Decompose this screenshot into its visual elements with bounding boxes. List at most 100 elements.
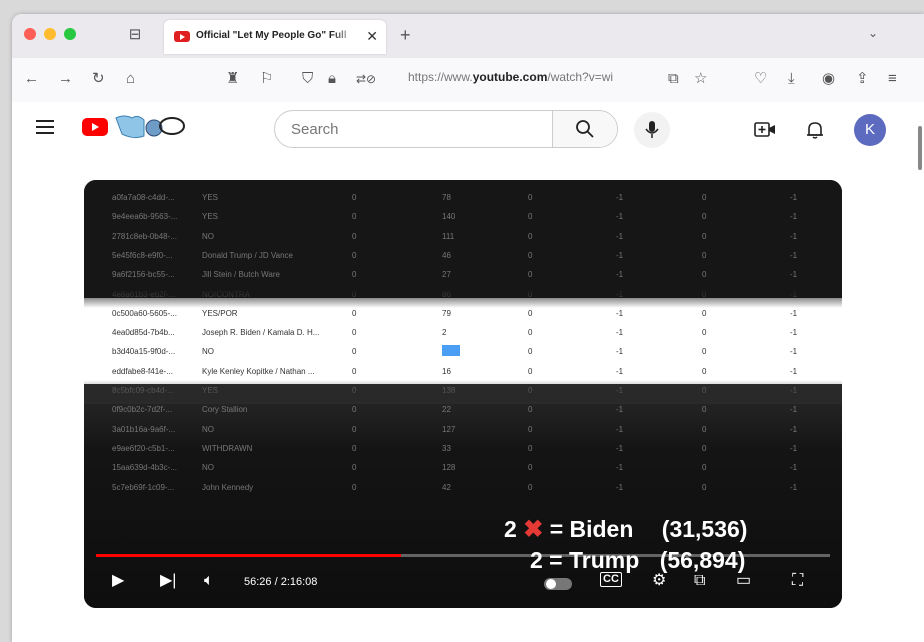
table-cell: 0 — [352, 212, 357, 222]
table-row: 5c7eb69f-1c09-... John Kennedy 0 42 0 -1 0 -1 — [84, 478, 842, 497]
table-cell: 0 — [702, 212, 707, 222]
video-progress-bar[interactable] — [96, 554, 830, 557]
table-cell — [442, 345, 460, 357]
create-video-icon[interactable] — [754, 121, 776, 139]
search-button[interactable] — [552, 111, 617, 147]
search-bar[interactable]: Search — [274, 110, 618, 148]
table-cell: 0 — [702, 347, 707, 357]
bookmark-star-icon[interactable]: ☆ — [694, 70, 707, 88]
youtube-logo-icon[interactable] — [82, 118, 108, 136]
tab-list-icon[interactable]: ⊟ — [126, 26, 144, 44]
table-cell: 0 — [702, 328, 707, 338]
settings-gear-icon[interactable]: ⚙ — [652, 572, 666, 590]
tab-bar: ⊟ Official "Let My People Go" Full ✕ + ⌄ — [12, 14, 924, 58]
lock-icon[interactable]: 🔒︎ — [328, 70, 336, 88]
table-cell: 0 — [528, 193, 533, 202]
table-cell: a0fa7a08-c4dd-... — [112, 193, 175, 202]
tab-close-icon[interactable]: ✕ — [366, 28, 378, 45]
reload-icon[interactable]: ↻ — [92, 70, 105, 88]
table-cell: 0 — [528, 270, 533, 280]
table-cell: 0 — [702, 231, 707, 241]
search-input[interactable]: Search — [291, 121, 339, 138]
table-cell: 0 — [352, 482, 357, 492]
youtube-favicon-icon — [174, 31, 190, 42]
table-row: a0fa7a08-c4dd-... YES 0 78 0 -1 0 -1 — [84, 188, 842, 207]
table-cell: 0 — [702, 308, 707, 318]
table-cell: 128 — [442, 463, 456, 473]
downloads-icon[interactable]: ⤓ — [788, 70, 795, 88]
forward-icon[interactable]: → — [58, 70, 73, 88]
table-cell: 0 — [352, 366, 357, 376]
account-icon[interactable]: ◉ — [822, 70, 835, 88]
url-field[interactable]: https://www.youtube.com/watch?v=wi — [408, 70, 664, 84]
permissions-icon[interactable]: ⇄⊘ — [356, 70, 376, 88]
extension-icon[interactable]: ♜ — [226, 70, 239, 88]
table-cell: 0 — [352, 193, 357, 202]
table-cell: NO — [202, 231, 214, 241]
search-icon — [576, 120, 594, 138]
share-icon[interactable]: ⇪ — [856, 70, 869, 88]
table-cell: 79 — [442, 308, 451, 318]
closed-captions-icon[interactable]: CC — [600, 572, 622, 587]
next-video-icon[interactable]: ▶| — [160, 572, 176, 590]
autoplay-toggle[interactable] — [544, 578, 572, 590]
table-cell: -1 — [616, 424, 624, 434]
table-cell: NO — [202, 347, 214, 357]
table-cell: 0 — [352, 231, 357, 241]
red-x-icon: ✖ — [523, 516, 544, 543]
overlay-biden-count: (31,536) — [661, 516, 748, 542]
table-cell: -1 — [790, 463, 798, 473]
minimize-window-button[interactable] — [44, 28, 56, 40]
table-cell: -1 — [790, 482, 798, 492]
table-cell: YES/POR — [202, 308, 238, 318]
table-cell: -1 — [616, 347, 624, 357]
url-prefix: https://www. — [408, 70, 473, 84]
table-cell: 0 — [528, 212, 533, 222]
chevron-down-icon[interactable]: ⌄ — [868, 26, 878, 40]
table-cell: 0 — [528, 424, 533, 434]
avatar[interactable]: K — [854, 114, 886, 146]
table-cell: 0 — [702, 443, 707, 453]
page-scrollbar[interactable] — [918, 126, 922, 170]
close-window-button[interactable] — [24, 28, 36, 40]
play-icon[interactable]: ▶ — [112, 572, 124, 590]
back-icon[interactable]: ← — [24, 70, 39, 88]
table-cell: 0 — [528, 250, 533, 260]
pocket-icon[interactable]: ♡ — [754, 70, 767, 88]
home-icon[interactable]: ⌂ — [126, 70, 135, 88]
navigation-bar: ← → ↻ ⌂ ♜ ⚐ ⛉ 🔒︎ ⇄⊘ https://www.youtube.… — [12, 58, 924, 103]
table-cell: 5c7eb69f-1c09-... — [112, 482, 175, 492]
theater-mode-icon[interactable]: ▭ — [736, 572, 751, 590]
notifications-bell-icon[interactable] — [806, 120, 824, 140]
shield-icon[interactable]: ⛉ — [302, 70, 313, 88]
picture-in-picture-icon[interactable]: ⧉ — [668, 70, 679, 88]
menu-icon[interactable]: ≡ — [888, 70, 897, 88]
reader-icon[interactable]: ⚐ — [260, 70, 273, 88]
table-cell: -1 — [616, 482, 624, 492]
maximize-window-button[interactable] — [64, 28, 76, 40]
table-cell: 78 — [442, 193, 451, 202]
hamburger-menu-icon[interactable] — [36, 120, 54, 138]
overlay-trump-count: (56,894) — [659, 547, 746, 573]
table-cell: 0 — [528, 328, 533, 338]
table-cell: 0 — [528, 347, 533, 357]
fullscreen-icon[interactable]: ⛶ — [792, 572, 803, 590]
table-cell: -1 — [616, 328, 624, 338]
miniplayer-icon[interactable]: ⧉ — [694, 572, 705, 590]
table-cell: NO — [202, 424, 214, 434]
table-cell: 5e45f6c8-e9f0-... — [112, 250, 173, 260]
table-cell: 0 — [702, 463, 707, 473]
new-tab-icon[interactable]: + — [400, 25, 411, 46]
table-cell: 0 — [702, 424, 707, 434]
table-cell: 16 — [442, 366, 451, 376]
table-cell: 0 — [528, 231, 533, 241]
table-cell: 0 — [528, 308, 533, 318]
table-cell: 0 — [352, 463, 357, 473]
voice-search-button[interactable] — [634, 112, 670, 148]
table-cell: Cory Stallion — [202, 405, 248, 415]
tab-active[interactable]: Official "Let My People Go" Full ✕ — [164, 20, 386, 54]
microphone-icon — [645, 121, 659, 138]
youtube-doodle-logo[interactable] — [114, 112, 188, 142]
video-player[interactable]: a0fa7a08-c4dd-... YES 0 78 0 -1 0 -1 9e4eea6b-95… — [84, 180, 842, 608]
volume-icon[interactable]: 🔈︎ — [204, 572, 214, 590]
